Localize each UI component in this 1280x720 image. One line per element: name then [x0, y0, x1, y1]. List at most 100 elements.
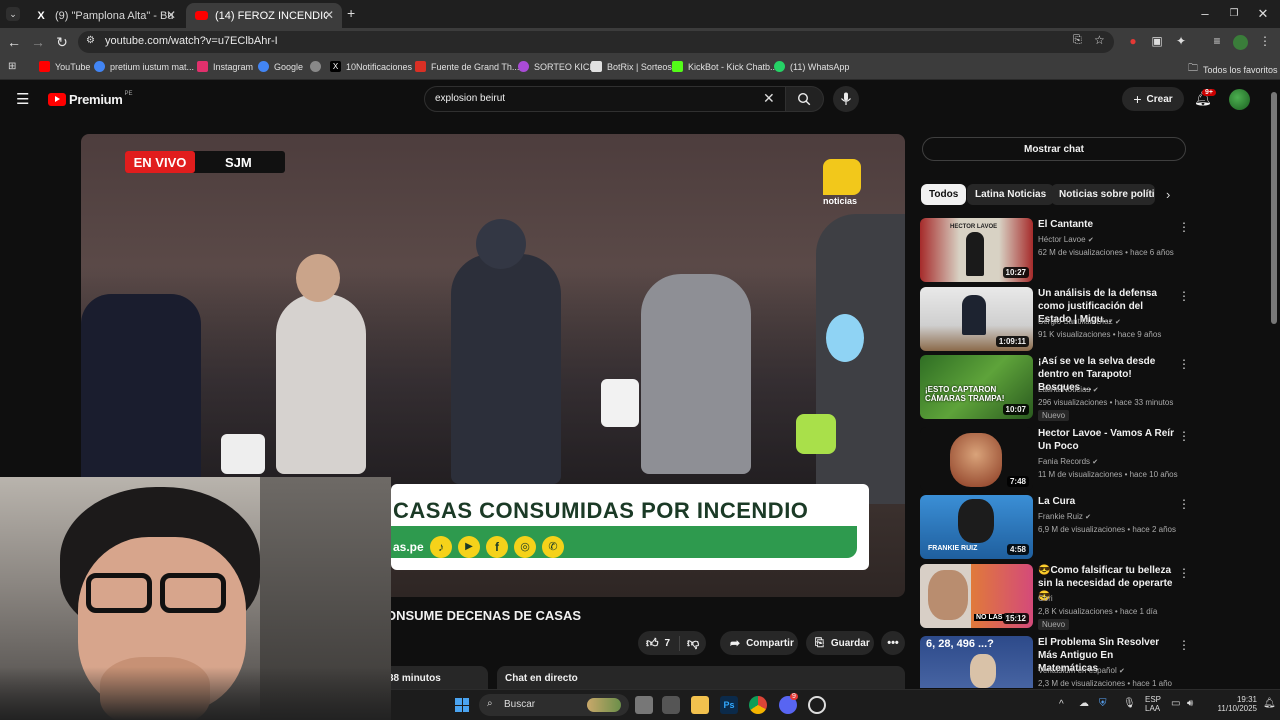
url-text[interactable]: youtube.com/watch?v=u7EClbAhr-I: [105, 35, 278, 47]
cloud-icon[interactable]: ☁: [1079, 698, 1089, 709]
bookmark-globe[interactable]: [310, 61, 326, 72]
clock[interactable]: 19:31 11/10/2025: [1211, 695, 1257, 713]
taskbar-search[interactable]: ⌕ Buscar: [479, 694, 629, 716]
channel-name[interactable]: Sergio Santillán Díaz ✔: [1038, 317, 1121, 326]
network-icon[interactable]: ▭: [1171, 698, 1180, 709]
voice-search-button[interactable]: [833, 86, 859, 112]
video-title[interactable]: 😎Como falsificar tu belleza sin la neces…: [1038, 564, 1174, 603]
recommended-video[interactable]: 7:48 Hector Lavoe - Vamos A Reír Un Poco…: [920, 427, 1190, 491]
channel-name[interactable]: Veritasium en español ✔: [1038, 666, 1125, 675]
close-tab-icon[interactable]: ✕: [166, 8, 176, 22]
bookmark-star-icon[interactable]: ☆: [1094, 33, 1105, 47]
more-options-icon[interactable]: ⋮: [1178, 289, 1190, 303]
more-actions-button[interactable]: •••: [881, 631, 905, 655]
close-tab-icon[interactable]: ✕: [324, 8, 334, 22]
bookmark-pretium[interactable]: pretium iustum mat...: [94, 61, 194, 72]
search-input[interactable]: explosion beirut: [435, 93, 505, 104]
recommended-video[interactable]: ¡ESTO CAPTARON CÁMARAS TRAMPA! 10:07 ¡As…: [920, 355, 1190, 421]
create-button[interactable]: + Crear: [1122, 87, 1184, 111]
windows-start-icon[interactable]: [455, 698, 469, 712]
volume-icon[interactable]: 🔊︎: [1187, 698, 1193, 709]
reload-icon[interactable]: ↻: [53, 34, 71, 51]
show-hidden-icons-icon[interactable]: ^: [1059, 699, 1064, 710]
recommended-video[interactable]: 6, 28, 496 ...? El Problema Sin Resolver…: [920, 636, 1190, 688]
youtube-premium-logo[interactable]: Premium PE: [48, 91, 133, 107]
channel-name[interactable]: Héctor Lavoe ✔: [1038, 235, 1094, 244]
language-indicator[interactable]: ESP LAA: [1145, 695, 1161, 713]
search-button[interactable]: [786, 86, 824, 112]
bookmark-kickbot[interactable]: KickBot - Kick Chatb...: [672, 61, 778, 72]
restore-window-icon[interactable]: ❐: [1224, 8, 1244, 19]
video-thumbnail[interactable]: FRANKIE RUIZ 4:58: [920, 495, 1033, 559]
photoshop-icon[interactable]: Ps: [720, 696, 738, 714]
show-chat-button[interactable]: Mostrar chat: [922, 137, 1186, 161]
channel-name[interactable]: Frankie Ruiz ✔: [1038, 512, 1091, 521]
app-icon[interactable]: [662, 696, 680, 714]
bookmark-sorteo-kick[interactable]: SORTEO KICK: [518, 61, 595, 72]
like-button[interactable]: 👍︎ 7: [638, 635, 680, 651]
bookmark-grand-theft[interactable]: Fuente de Grand Th...: [415, 61, 519, 72]
clear-search-icon[interactable]: ✕: [763, 90, 775, 107]
more-options-icon[interactable]: ⋮: [1178, 497, 1190, 511]
extension-red-icon[interactable]: ●: [1124, 34, 1142, 48]
app-circle-icon[interactable]: [808, 696, 826, 714]
address-bar[interactable]: ⚙ youtube.com/watch?v=u7EClbAhr-I ⎘ ☆: [78, 31, 1114, 53]
forward-icon[interactable]: →: [29, 34, 47, 50]
chevron-right-icon[interactable]: ›: [1166, 187, 1170, 202]
extensions-puzzle-icon[interactable]: ✦: [1172, 34, 1190, 48]
all-favorites-folder[interactable]: 🗀 Todos los favoritos: [1188, 61, 1278, 78]
bookmark-youtube[interactable]: YouTube: [39, 61, 90, 72]
more-options-icon[interactable]: ⋮: [1178, 429, 1190, 443]
page-scrollbar[interactable]: [1270, 84, 1278, 688]
notifications-icon[interactable]: 🔔︎: [1263, 698, 1276, 709]
chip-latina-noticias[interactable]: Latina Noticias: [967, 184, 1055, 205]
recommended-video[interactable]: 1:09:11 Un análisis de la defensa como j…: [920, 287, 1190, 351]
tab-feroz-incendio[interactable]: (14) FEROZ INCENDIO EN SAN ✕: [186, 3, 342, 28]
bookmark-whatsapp[interactable]: (11) WhatsApp: [774, 61, 849, 72]
video-thumbnail[interactable]: 7:48: [920, 427, 1033, 491]
video-thumbnail[interactable]: HECTOR LAVOE 10:27: [920, 218, 1033, 282]
more-options-icon[interactable]: ⋮: [1178, 220, 1190, 234]
reading-list-icon[interactable]: ≡: [1208, 34, 1226, 48]
apps-grid-icon[interactable]: ⊞: [8, 61, 16, 72]
share-button[interactable]: ➦ Compartir: [720, 631, 798, 655]
more-options-icon[interactable]: ⋮: [1178, 638, 1190, 652]
menu-dots-icon[interactable]: ⋮: [1256, 34, 1274, 48]
video-title[interactable]: El Cantante: [1038, 218, 1174, 231]
chrome-icon[interactable]: [749, 696, 767, 714]
save-button[interactable]: ⎘ Guardar: [806, 631, 874, 655]
task-view-icon[interactable]: [635, 696, 653, 714]
user-avatar[interactable]: [1229, 89, 1250, 110]
thumbs-down-icon[interactable]: 👎︎: [687, 636, 699, 651]
chip-noticias-politica[interactable]: Noticias sobre política: [1051, 184, 1155, 205]
video-thumbnail[interactable]: NO LAS MÁS 15:12: [920, 564, 1033, 628]
chip-todos[interactable]: Todos: [921, 184, 967, 205]
extension-card-icon[interactable]: ▣: [1148, 34, 1166, 48]
back-icon[interactable]: ←: [5, 34, 23, 50]
minimize-window-icon[interactable]: –: [1195, 6, 1215, 21]
video-thumbnail[interactable]: 1:09:11: [920, 287, 1033, 351]
hamburger-menu-icon[interactable]: ☰: [16, 90, 29, 108]
profile-avatar[interactable]: [1233, 35, 1248, 50]
file-explorer-icon[interactable]: [691, 696, 709, 714]
recommended-video[interactable]: NO LAS MÁS 15:12 😎Como falsificar tu bel…: [920, 564, 1190, 630]
video-thumbnail[interactable]: 6, 28, 496 ...?: [920, 636, 1033, 688]
install-app-icon[interactable]: ⎘: [1073, 34, 1082, 47]
channel-name[interactable]: Fania Records ✔: [1038, 457, 1098, 466]
channel-name[interactable]: Cori: [1038, 594, 1053, 603]
bookmark-google[interactable]: Google: [258, 61, 303, 72]
bookmark-10notificaciones[interactable]: X 10Notificaciones: [330, 61, 412, 72]
recommended-video[interactable]: HECTOR LAVOE 10:27 El Cantante Héctor La…: [920, 218, 1190, 282]
video-title[interactable]: La Cura: [1038, 495, 1174, 508]
video-thumbnail[interactable]: ¡ESTO CAPTARON CÁMARAS TRAMPA! 10:07: [920, 355, 1033, 419]
search-box[interactable]: explosion beirut ✕: [424, 86, 786, 112]
site-info-icon[interactable]: ⚙: [86, 35, 95, 46]
channel-name[interactable]: Latina Noticias ✔: [1038, 385, 1099, 394]
new-tab-button[interactable]: +: [347, 5, 355, 21]
bookmark-botrix[interactable]: BotRix | Sorteos: [591, 61, 672, 72]
scrollbar-thumb[interactable]: [1271, 92, 1277, 324]
security-icon[interactable]: ⛨: [1099, 698, 1107, 709]
bookmark-instagram[interactable]: Instagram: [197, 61, 253, 72]
more-options-icon[interactable]: ⋮: [1178, 566, 1190, 580]
tab-search-button[interactable]: ⌄: [6, 7, 20, 21]
